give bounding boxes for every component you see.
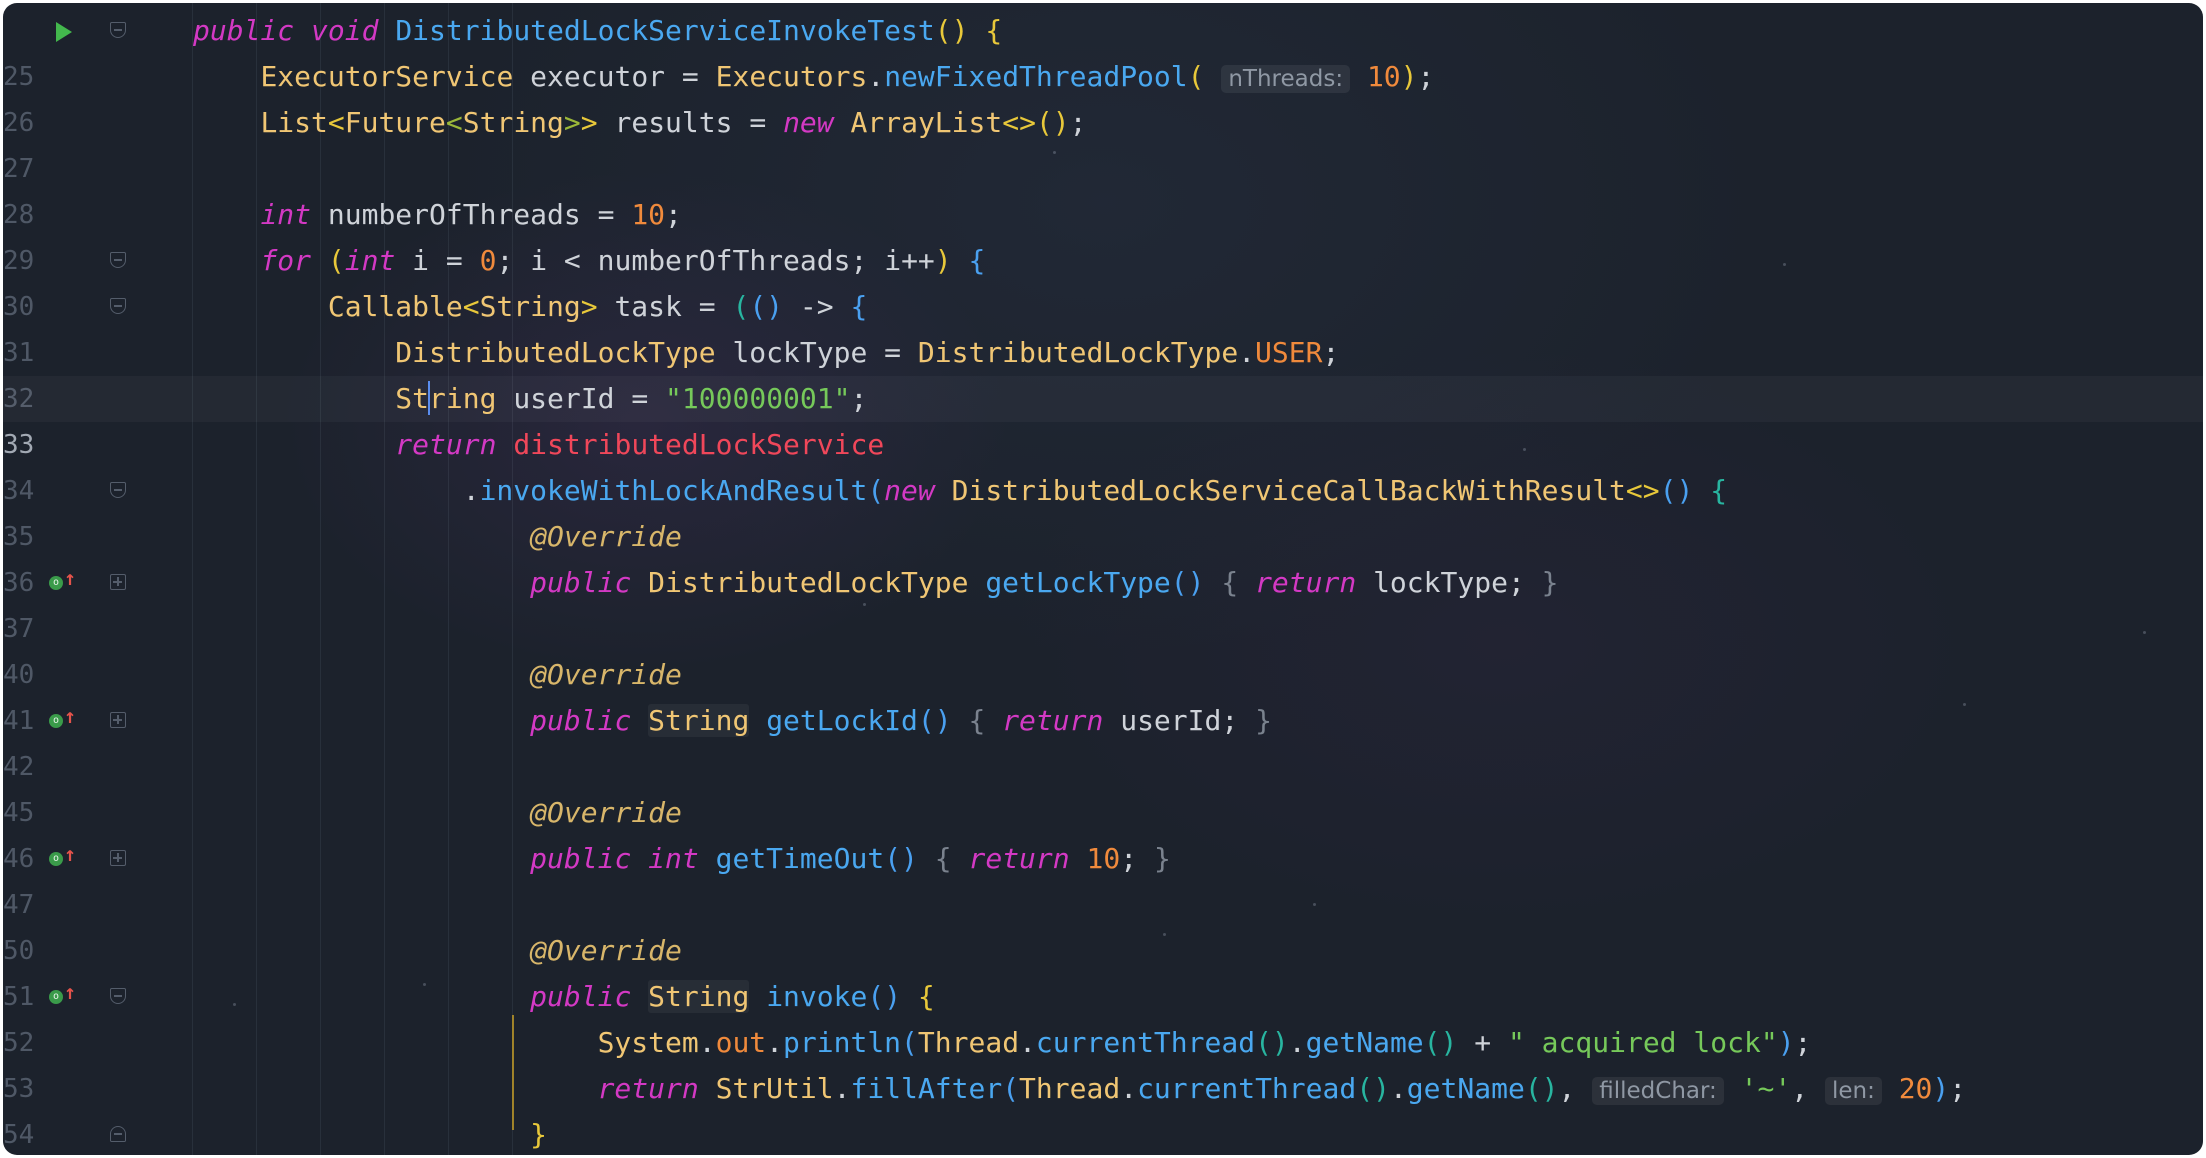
code-line[interactable]: 30 for (int i = 0; i < numberOfThreads; … bbox=[3, 238, 2203, 322]
code-line[interactable]: 41 @Override bbox=[3, 652, 2203, 736]
fold-collapse-icon[interactable] bbox=[110, 22, 126, 38]
code-line[interactable]: 29 int numberOfThreads = 10; bbox=[3, 192, 2203, 276]
code-line[interactable]: 28 bbox=[3, 146, 2203, 230]
code-line[interactable]: 37 o ↑ public DistributedLockType getLock… bbox=[3, 560, 2203, 644]
code-line[interactable]: 54 return StrUtil.fillAfter(Thread.curre… bbox=[3, 1066, 2203, 1150]
code-line[interactable]: 34 return distributedLockService bbox=[3, 422, 2203, 506]
fold-expand-icon[interactable] bbox=[110, 850, 126, 866]
code-line[interactable]: 55 } bbox=[3, 1112, 2203, 1155]
fold-end-icon[interactable] bbox=[110, 1126, 126, 1142]
code-line[interactable]: 47 o ↑ public int getTimeOut() { return 1… bbox=[3, 836, 2203, 920]
code-line[interactable]: 51 @Override bbox=[3, 928, 2203, 1012]
fold-expand-icon[interactable] bbox=[110, 574, 126, 590]
code-line[interactable]: 25 public void DistributedLockServiceInv… bbox=[3, 8, 2203, 92]
code-line[interactable]: 26 ExecutorService executor = Executors.… bbox=[3, 54, 2203, 138]
code-line[interactable]: 52 o ↑ public String invoke() { bbox=[3, 974, 2203, 1058]
run-test-icon[interactable] bbox=[56, 22, 72, 42]
code-line[interactable]: 35 .invokeWithLockAndResult(new Distribu… bbox=[3, 468, 2203, 552]
code-line[interactable]: 36 @Override bbox=[3, 514, 2203, 598]
code-line-current[interactable]: 33 String userId = "100000001"; bbox=[3, 376, 2203, 460]
fold-expand-icon[interactable] bbox=[110, 712, 126, 728]
fold-collapse-icon[interactable] bbox=[110, 988, 126, 1004]
code-line[interactable]: 53 System.out.println(Thread.currentThre… bbox=[3, 1020, 2203, 1104]
code-line[interactable]: 46 @Override bbox=[3, 790, 2203, 874]
parameter-hint: nThreads: bbox=[1221, 65, 1351, 93]
override-method-icon[interactable]: o ↑ bbox=[49, 980, 77, 1007]
parameter-hint: filledChar: bbox=[1592, 1077, 1724, 1105]
parameter-hint: len: bbox=[1824, 1077, 1882, 1105]
code-line[interactable]: 32 DistributedLockType lockType = Distri… bbox=[3, 330, 2203, 414]
override-method-icon[interactable]: o ↑ bbox=[49, 566, 77, 593]
code-line[interactable]: 40 bbox=[3, 606, 2203, 690]
override-method-icon[interactable]: o ↑ bbox=[49, 704, 77, 731]
code-line[interactable]: 42 o ↑ public String getLockId() { return… bbox=[3, 698, 2203, 782]
override-method-icon[interactable]: o ↑ bbox=[49, 842, 77, 869]
fold-collapse-icon[interactable] bbox=[110, 252, 126, 268]
code-line[interactable]: 31 Callable<String> task = (() -> { bbox=[3, 284, 2203, 368]
fold-collapse-icon[interactable] bbox=[110, 482, 126, 498]
code-line[interactable]: 27 List<Future<String>> results = new Ar… bbox=[3, 100, 2203, 184]
code-line[interactable]: 45 bbox=[3, 744, 2203, 828]
code-editor[interactable]: 25 public void DistributedLockServiceInv… bbox=[3, 3, 2203, 1155]
code-line[interactable]: 50 bbox=[3, 882, 2203, 966]
fold-collapse-icon[interactable] bbox=[110, 298, 126, 314]
